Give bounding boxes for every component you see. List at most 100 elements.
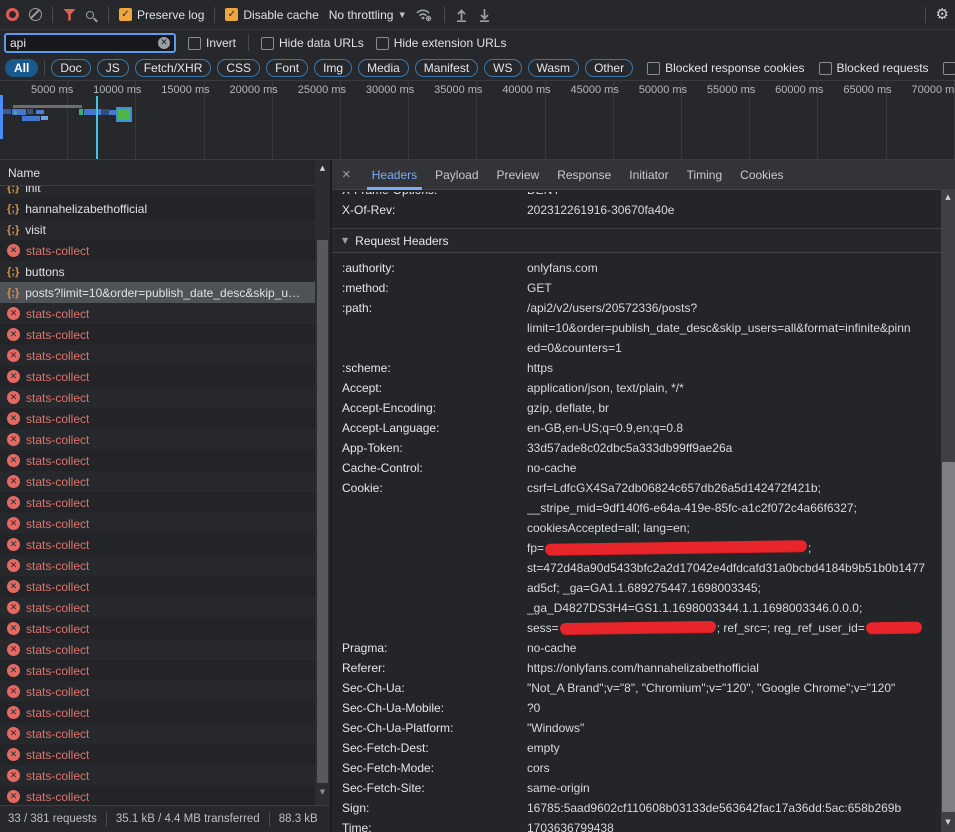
invert-checkbox[interactable]: Invert	[188, 36, 236, 50]
checkbox-unchecked-icon[interactable]	[261, 37, 274, 50]
scroll-up-icon[interactable]: ▲	[315, 164, 330, 172]
network-overview-timeline[interactable]: 5000 ms10000 ms15000 ms20000 ms25000 ms3…	[0, 81, 955, 160]
request-row[interactable]: ✕stats-collect	[0, 513, 315, 534]
request-list-scrollbar[interactable]: ▲ ▼	[315, 160, 330, 805]
hide-extension-urls-checkbox[interactable]: Hide extension URLs	[376, 36, 507, 50]
request-row[interactable]: ✕stats-collect	[0, 408, 315, 429]
checkbox-checked-icon[interactable]: ✓	[119, 8, 132, 21]
header-row: Sec-Ch-Ua:"Not_A Brand";v="8", "Chromium…	[332, 678, 955, 698]
type-filter-pill-img[interactable]: Img	[314, 59, 352, 77]
request-row[interactable]: ✕stats-collect	[0, 303, 315, 324]
request-row[interactable]: ✕stats-collect	[0, 639, 315, 660]
request-row[interactable]: {;}visit	[0, 219, 315, 240]
type-filter-pill-wasm[interactable]: Wasm	[528, 59, 580, 77]
blocked-requests-checkbox[interactable]: Blocked requests	[819, 61, 929, 75]
request-row[interactable]: ✕stats-collect	[0, 597, 315, 618]
throttling-dropdown[interactable]: No throttling ▼	[329, 8, 405, 22]
blocked-request-icon: ✕	[7, 643, 20, 656]
timeline-tick-column: 45000 ms	[546, 81, 614, 159]
type-filter-pill-fetch-xhr[interactable]: Fetch/XHR	[135, 59, 212, 77]
details-scrollbar[interactable]: ▲ ▼	[941, 190, 955, 832]
preserve-log-checkbox[interactable]: ✓ Preserve log	[119, 8, 204, 22]
scrollbar-thumb[interactable]	[942, 462, 955, 812]
scroll-up-icon[interactable]: ▲	[941, 193, 955, 201]
settings-gear-icon[interactable]: ⚙	[936, 7, 949, 22]
request-row[interactable]: ✕stats-collect	[0, 324, 315, 345]
scroll-down-icon[interactable]: ▼	[315, 788, 330, 796]
close-icon[interactable]: ×	[342, 167, 351, 182]
request-name-label: buttons	[25, 265, 64, 279]
filter-icon[interactable]	[63, 9, 76, 21]
request-row[interactable]: ✕stats-collect	[0, 765, 315, 786]
type-filter-pill-all[interactable]: All	[5, 59, 38, 77]
disable-cache-checkbox[interactable]: ✓ Disable cache	[225, 8, 318, 22]
export-har-icon[interactable]	[478, 8, 491, 22]
request-row[interactable]: {;}init	[0, 186, 315, 198]
record-network-log-icon[interactable]	[6, 8, 19, 21]
request-row[interactable]: ✕stats-collect	[0, 240, 315, 261]
request-row[interactable]: ✕stats-collect	[0, 345, 315, 366]
request-row[interactable]: ✕stats-collect	[0, 387, 315, 408]
checkbox-checked-icon[interactable]: ✓	[225, 8, 238, 21]
request-row[interactable]: ✕stats-collect	[0, 471, 315, 492]
network-toolbar: ✓ Preserve log ✓ Disable cache No thrott…	[0, 0, 955, 30]
request-row[interactable]: ✕stats-collect	[0, 723, 315, 744]
request-row[interactable]: ✕stats-collect	[0, 366, 315, 387]
request-row[interactable]: ✕stats-collect	[0, 576, 315, 597]
header-row: Time:1703636799438	[332, 818, 955, 832]
clear-network-log-icon[interactable]	[29, 8, 42, 21]
request-row[interactable]: ✕stats-collect	[0, 492, 315, 513]
request-row[interactable]: ✕stats-collect	[0, 618, 315, 639]
request-row[interactable]: {;}buttons	[0, 261, 315, 282]
type-filter-pill-media[interactable]: Media	[358, 59, 409, 77]
request-name-label: stats-collect	[26, 412, 89, 426]
blocked-response-cookies-checkbox[interactable]: Blocked response cookies	[647, 61, 804, 75]
search-icon[interactable]	[86, 11, 94, 19]
request-row[interactable]: ✕stats-collect	[0, 450, 315, 471]
request-headers-section-toggle[interactable]: ▼Request Headers	[332, 228, 955, 253]
scrollbar-thumb[interactable]	[317, 240, 328, 783]
request-row[interactable]: ✕stats-collect	[0, 429, 315, 450]
hide-data-urls-checkbox[interactable]: Hide data URLs	[261, 36, 364, 50]
request-name-label: hannahelizabethofficial	[25, 202, 147, 216]
request-row[interactable]: ✕stats-collect	[0, 555, 315, 576]
type-filter-pill-manifest[interactable]: Manifest	[415, 59, 478, 77]
checkbox-unchecked-icon[interactable]	[376, 37, 389, 50]
timeline-tick-label: 65000 ms	[843, 84, 891, 96]
type-filter-pill-ws[interactable]: WS	[484, 59, 521, 77]
type-filter-pill-font[interactable]: Font	[266, 59, 308, 77]
type-filter-pill-doc[interactable]: Doc	[51, 59, 90, 77]
filter-input[interactable]	[10, 36, 154, 50]
request-row[interactable]: ✕stats-collect	[0, 534, 315, 555]
network-conditions-icon[interactable]	[415, 7, 434, 22]
tab-cookies[interactable]: Cookies	[731, 160, 792, 190]
request-row[interactable]: ✕stats-collect	[0, 660, 315, 681]
type-filter-pill-js[interactable]: JS	[97, 59, 129, 77]
checkbox-unchecked-icon[interactable]	[819, 62, 832, 75]
3rd-party-requests-checkbox[interactable]: 3rd-party requests	[943, 61, 955, 75]
name-column-header[interactable]: Name	[0, 160, 315, 186]
header-value: csrf=LdfcGX4Sa72db06824c657db26a5d142472…	[527, 478, 955, 638]
tab-headers[interactable]: Headers	[363, 160, 426, 190]
checkbox-unchecked-icon[interactable]	[647, 62, 660, 75]
clear-filter-icon[interactable]: ✕	[158, 37, 170, 49]
request-row[interactable]: ✕stats-collect	[0, 702, 315, 723]
tab-response[interactable]: Response	[548, 160, 620, 190]
tab-payload[interactable]: Payload	[426, 160, 487, 190]
request-row[interactable]: ✕stats-collect	[0, 681, 315, 702]
type-filter-pill-css[interactable]: CSS	[217, 59, 260, 77]
tab-preview[interactable]: Preview	[488, 160, 549, 190]
scroll-down-icon[interactable]: ▼	[941, 818, 955, 826]
tab-initiator[interactable]: Initiator	[620, 160, 677, 190]
filter-input-wrap: ✕	[4, 33, 176, 53]
checkbox-unchecked-icon[interactable]	[188, 37, 201, 50]
request-row[interactable]: {;}posts?limit=10&order=publish_date_des…	[0, 282, 315, 303]
checkbox-unchecked-icon[interactable]	[943, 62, 955, 75]
import-har-icon[interactable]	[455, 8, 468, 22]
request-row[interactable]: ✕stats-collect	[0, 786, 315, 805]
toolbar-divider	[444, 7, 445, 23]
request-row[interactable]: {;}hannahelizabethofficial	[0, 198, 315, 219]
type-filter-pill-other[interactable]: Other	[585, 59, 633, 77]
request-row[interactable]: ✕stats-collect	[0, 744, 315, 765]
tab-timing[interactable]: Timing	[678, 160, 732, 190]
